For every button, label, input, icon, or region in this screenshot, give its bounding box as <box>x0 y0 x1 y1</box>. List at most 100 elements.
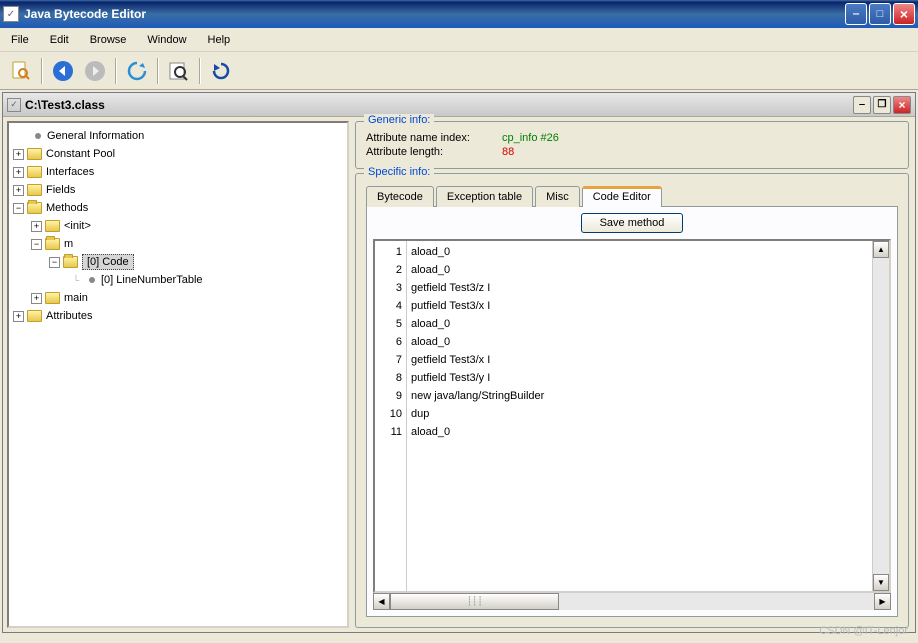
menubar: File Edit Browse Window Help <box>0 28 918 52</box>
expand-icon[interactable]: + <box>13 185 24 196</box>
app-title: Java Bytecode Editor <box>24 7 845 21</box>
find-button[interactable] <box>164 56 194 86</box>
code-line[interactable]: new java/lang/StringBuilder <box>411 387 868 405</box>
menu-browse[interactable]: Browse <box>87 32 130 48</box>
tree-node-interfaces[interactable]: + Interfaces <box>13 163 343 181</box>
tree-node-line-number-table[interactable]: └ [0] LineNumberTable <box>13 271 343 289</box>
bullet-icon <box>35 133 41 139</box>
toolbar <box>0 52 918 90</box>
scroll-left-button[interactable]: ◀ <box>373 593 390 610</box>
folder-icon <box>27 310 42 322</box>
scroll-right-button[interactable]: ▶ <box>874 593 891 610</box>
toolbar-separator <box>115 58 117 84</box>
expand-icon[interactable]: + <box>31 221 42 232</box>
code-lines[interactable]: aload_0aload_0getfield Test3/z Iputfield… <box>407 241 872 591</box>
code-line[interactable]: putfield Test3/x I <box>411 297 868 315</box>
tree-node-code[interactable]: − [0] Code <box>13 253 343 271</box>
code-line[interactable]: aload_0 <box>411 243 868 261</box>
bullet-icon <box>89 277 95 283</box>
refresh-button[interactable] <box>122 56 152 86</box>
reset-button[interactable] <box>206 56 236 86</box>
collapse-icon[interactable]: − <box>13 203 24 214</box>
generic-info-title: Generic info: <box>364 114 434 126</box>
tab-code-editor[interactable]: Code Editor <box>582 186 662 207</box>
save-method-button[interactable]: Save method <box>581 213 684 233</box>
folder-icon <box>45 292 60 304</box>
watermark: CSDN @IT-Lenjor <box>819 625 908 637</box>
tree-node-methods[interactable]: − Methods <box>13 199 343 217</box>
tree-panel[interactable]: General Information + Constant Pool + In… <box>7 121 349 628</box>
forward-button[interactable] <box>80 56 110 86</box>
main-titlebar: Java Bytecode Editor ‒ □ × <box>0 0 918 28</box>
code-line[interactable]: aload_0 <box>411 333 868 351</box>
toolbar-separator <box>157 58 159 84</box>
arrow-right-icon <box>84 60 106 82</box>
document-window: ✓ C:\Test3.class ‒ ❐ × General Informati… <box>2 92 916 633</box>
doc-minimize-button[interactable]: ‒ <box>853 96 871 114</box>
attr-name-value: cp_info #26 <box>502 132 559 144</box>
find-icon <box>168 60 190 82</box>
doc-restore-button[interactable]: ❐ <box>873 96 891 114</box>
tab-bar: Bytecode Exception table Misc Code Edito… <box>366 186 898 207</box>
collapse-icon[interactable]: − <box>31 239 42 250</box>
menu-file[interactable]: File <box>8 32 32 48</box>
menu-edit[interactable]: Edit <box>47 32 72 48</box>
code-line[interactable]: getfield Test3/z I <box>411 279 868 297</box>
expand-icon[interactable]: + <box>13 149 24 160</box>
code-editor[interactable]: 1234567891011 aload_0aload_0getfield Tes… <box>373 239 891 593</box>
expand-icon[interactable]: + <box>13 167 24 178</box>
collapse-icon[interactable]: − <box>49 257 60 268</box>
attr-len-value: 88 <box>502 146 514 158</box>
tab-bytecode[interactable]: Bytecode <box>366 186 434 207</box>
folder-icon <box>27 184 42 196</box>
reset-icon <box>210 60 232 82</box>
refresh-icon <box>126 60 148 82</box>
tree-node-m[interactable]: − m <box>13 235 343 253</box>
expand-icon[interactable]: + <box>13 311 24 322</box>
folder-open-icon <box>27 202 42 214</box>
document-titlebar: ✓ C:\Test3.class ‒ ❐ × <box>3 93 915 117</box>
code-line[interactable]: aload_0 <box>411 315 868 333</box>
folder-open-icon <box>63 256 78 268</box>
toolbar-separator <box>199 58 201 84</box>
folder-icon <box>27 166 42 178</box>
code-line[interactable]: putfield Test3/y I <box>411 369 868 387</box>
code-line[interactable]: getfield Test3/x I <box>411 351 868 369</box>
app-icon <box>3 6 19 22</box>
toolbar-separator <box>41 58 43 84</box>
scrollbar-thumb[interactable]: ┊┊┊ <box>390 593 559 610</box>
doc-close-button[interactable]: × <box>893 96 911 114</box>
tree-node-main[interactable]: + main <box>13 289 343 307</box>
tree-node-fields[interactable]: + Fields <box>13 181 343 199</box>
tree-node-general[interactable]: General Information <box>13 127 343 145</box>
tree-node-attributes[interactable]: + Attributes <box>13 307 343 325</box>
folder-icon <box>45 220 60 232</box>
open-doc-search-button[interactable] <box>6 56 36 86</box>
code-line[interactable]: aload_0 <box>411 423 868 441</box>
menu-help[interactable]: Help <box>205 32 234 48</box>
line-gutter: 1234567891011 <box>375 241 407 591</box>
tree-node-constant-pool[interactable]: + Constant Pool <box>13 145 343 163</box>
vertical-scrollbar[interactable]: ▲ ▼ <box>872 241 889 591</box>
code-line[interactable]: aload_0 <box>411 261 868 279</box>
back-button[interactable] <box>48 56 78 86</box>
scrollbar-track[interactable]: ┊┊┊ <box>390 593 874 610</box>
maximize-button[interactable]: □ <box>869 3 891 25</box>
attr-name-label: Attribute name index: <box>366 132 496 144</box>
folder-open-icon <box>45 238 60 250</box>
arrow-left-icon <box>52 60 74 82</box>
horizontal-scrollbar[interactable]: ◀ ┊┊┊ ▶ <box>373 593 891 610</box>
document-title: C:\Test3.class <box>25 98 853 112</box>
close-button[interactable]: × <box>893 3 915 25</box>
menu-window[interactable]: Window <box>144 32 189 48</box>
tab-misc[interactable]: Misc <box>535 186 580 207</box>
scroll-up-button[interactable]: ▲ <box>873 241 889 258</box>
tree-node-init[interactable]: + <init> <box>13 217 343 235</box>
specific-info-title: Specific info: <box>364 166 434 178</box>
document-icon: ✓ <box>7 98 21 112</box>
minimize-button[interactable]: ‒ <box>845 3 867 25</box>
code-line[interactable]: dup <box>411 405 868 423</box>
expand-icon[interactable]: + <box>31 293 42 304</box>
tab-exception-table[interactable]: Exception table <box>436 186 533 207</box>
scroll-down-button[interactable]: ▼ <box>873 574 889 591</box>
